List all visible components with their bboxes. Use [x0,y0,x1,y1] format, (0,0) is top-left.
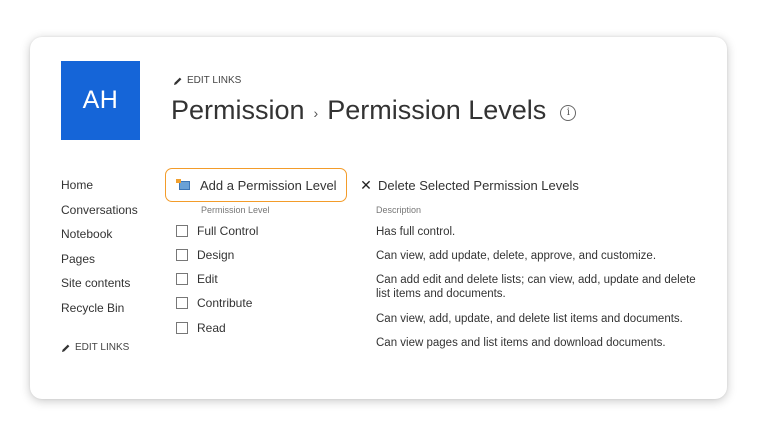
permission-row-edit: Edit [176,272,218,286]
description-cell: Can add edit and delete lists; can view,… [376,274,696,300]
edit-links-nav[interactable]: EDIT LINKS [61,342,129,353]
row-checkbox[interactable] [176,273,188,285]
edit-links-label: EDIT LINKS [75,342,130,353]
permission-name-link[interactable]: Edit [197,272,218,286]
site-logo-initials: AH [82,86,119,114]
nav-item-recycle-bin[interactable]: Recycle Bin [61,300,138,325]
permissions-panel: AH EDIT LINKS Permission › Permission Le… [30,37,727,399]
permission-name-link[interactable]: Design [197,248,234,262]
description-cell: Can view pages and list items and downlo… [376,337,666,349]
left-navigation: Home Conversations Notebook Pages Site c… [61,177,138,324]
permission-row-contribute: Contribute [176,296,252,310]
delete-permission-levels-button[interactable]: ✕ Delete Selected Permission Levels [360,177,579,194]
breadcrumb-parent[interactable]: Permission [171,95,305,126]
row-checkbox[interactable] [176,297,188,309]
pencil-icon [62,344,70,352]
nav-item-pages[interactable]: Pages [61,251,138,276]
delete-permission-label: Delete Selected Permission Levels [378,178,579,193]
page-title: Permission › Permission Levels i [171,95,577,126]
add-permission-icon [176,179,190,191]
add-permission-level-button[interactable]: Add a Permission Level [165,168,347,202]
nav-item-notebook[interactable]: Notebook [61,226,138,251]
nav-item-conversations[interactable]: Conversations [61,202,138,227]
description-cell: Can view, add update, delete, approve, a… [376,250,657,262]
row-checkbox[interactable] [176,225,188,237]
row-checkbox[interactable] [176,249,188,261]
edit-links-label: EDIT LINKS [187,75,242,86]
breadcrumb-separator-icon: › [313,104,319,121]
nav-item-home[interactable]: Home [61,177,138,202]
info-icon[interactable]: i [560,104,577,121]
pencil-icon [174,77,182,85]
site-logo[interactable]: AH [61,61,140,140]
permission-name-link[interactable]: Read [197,321,226,335]
row-checkbox[interactable] [176,322,188,334]
permission-row-design: Design [176,248,234,262]
column-header-permission-level: Permission Level [201,205,270,215]
nav-item-site-contents[interactable]: Site contents [61,275,138,300]
breadcrumb-current: Permission Levels [327,95,547,125]
description-cell: Can view, add, update, and delete list i… [376,313,683,325]
description-cell: Has full control. [376,226,456,238]
permission-name-link[interactable]: Contribute [197,296,252,310]
add-permission-label: Add a Permission Level [200,177,337,193]
permission-row-read: Read [176,321,226,335]
permission-name-link[interactable]: Full Control [197,224,258,238]
column-header-description: Description [376,205,422,215]
edit-links-header[interactable]: EDIT LINKS [173,75,241,86]
delete-x-icon: ✕ [360,177,372,193]
permission-row-full-control: Full Control [176,224,258,238]
